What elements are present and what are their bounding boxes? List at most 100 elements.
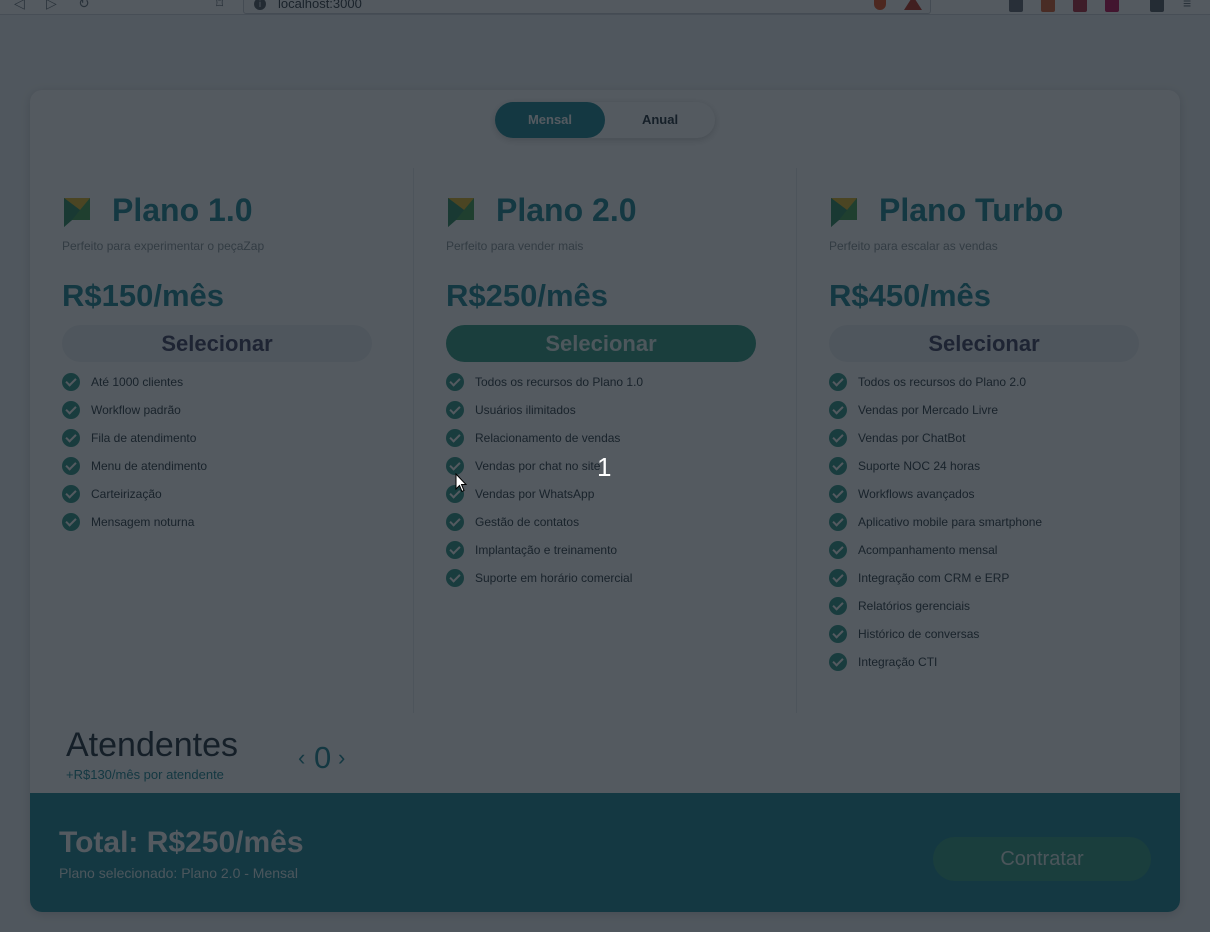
contract-button[interactable]: Contratar: [933, 837, 1151, 881]
feature-item: Fila de atendimento: [62, 429, 207, 457]
feature-item: Carteirização: [62, 485, 207, 513]
feature-label: Workflows avançados: [858, 487, 975, 501]
feature-item: Aplicativo mobile para smartphone: [829, 513, 1042, 541]
check-icon: [62, 485, 80, 503]
rewards-icon[interactable]: [904, 0, 922, 10]
check-icon: [829, 569, 847, 587]
check-icon: [829, 373, 847, 391]
select-plan-button[interactable]: Selecionar: [829, 325, 1139, 362]
feature-item: Relatórios gerenciais: [829, 597, 1042, 625]
check-icon: [446, 429, 464, 447]
feature-item: Usuários ilimitados: [446, 401, 643, 429]
feature-item: Suporte NOC 24 horas: [829, 457, 1042, 485]
extension-icon[interactable]: [1041, 0, 1055, 12]
bookmark-icon[interactable]: ⌑: [216, 0, 223, 10]
check-icon: [829, 513, 847, 531]
check-icon: [829, 429, 847, 447]
plan-column-2: Plano 2.0 Perfeito para vender mais R$25…: [413, 168, 797, 713]
plan-subtitle: Perfeito para vender mais: [446, 239, 584, 253]
toggle-annual[interactable]: Anual: [605, 102, 715, 138]
feature-item: Vendas por Mercado Livre: [829, 401, 1042, 429]
feature-label: Até 1000 clientes: [91, 375, 184, 389]
plan-logo-icon: [448, 198, 474, 227]
check-icon: [62, 513, 80, 531]
extension-icon[interactable]: [1105, 0, 1119, 12]
feature-label: Integração com CRM e ERP: [858, 571, 1010, 585]
plan-price: R$250/mês: [446, 278, 609, 313]
feature-label: Vendas por WhatsApp: [475, 487, 595, 501]
extension-icon[interactable]: [1073, 0, 1087, 12]
plan-subtitle: Perfeito para escalar as vendas: [829, 239, 998, 253]
feature-item: Workflows avançados: [829, 485, 1042, 513]
feature-item: Integração CTI: [829, 653, 1042, 681]
feature-label: Suporte NOC 24 horas: [858, 459, 981, 473]
plan-subtitle: Perfeito para experimentar o peçaZap: [62, 239, 265, 253]
playlist-icon[interactable]: [1150, 0, 1164, 12]
feature-item: Todos os recursos do Plano 1.0: [446, 373, 643, 401]
feature-label: Todos os recursos do Plano 2.0: [858, 375, 1027, 389]
feature-label: Vendas por Mercado Livre: [858, 403, 999, 417]
decrement-icon[interactable]: ‹: [298, 746, 305, 770]
check-icon: [446, 541, 464, 559]
feature-list: Todos os recursos do Plano 2.0 Vendas po…: [829, 373, 1042, 681]
check-icon: [829, 597, 847, 615]
check-icon: [829, 653, 847, 671]
plans-grid: Plano 1.0 Perfeito para experimentar o p…: [30, 168, 1180, 713]
select-plan-button[interactable]: Selecionar: [446, 325, 756, 362]
step-number: 1: [597, 452, 612, 482]
feature-label: Relacionamento de vendas: [475, 431, 621, 445]
feature-label: Todos os recursos do Plano 1.0: [475, 375, 644, 389]
feature-item: Até 1000 clientes: [62, 373, 207, 401]
feature-item: Vendas por WhatsApp: [446, 485, 643, 513]
feature-label: Usuários ilimitados: [475, 403, 576, 417]
feature-label: Acompanhamento mensal: [858, 543, 998, 557]
check-icon: [446, 401, 464, 419]
feature-label: Gestão de contatos: [475, 515, 580, 529]
check-icon: [829, 457, 847, 475]
plan-column-3: Plano Turbo Perfeito para escalar as ven…: [796, 168, 1180, 713]
selected-plan-text: Plano selecionado: Plano 2.0 - Mensal: [59, 865, 298, 881]
feature-item: Integração com CRM e ERP: [829, 569, 1042, 597]
feature-label: Implantação e treinamento: [475, 543, 618, 557]
billing-toggle: Mensal Anual: [495, 102, 715, 138]
forward-icon[interactable]: ▷: [46, 0, 57, 10]
feature-item: Mensagem noturna: [62, 513, 207, 541]
check-icon: [446, 513, 464, 531]
plan-name: Plano 2.0: [496, 192, 637, 228]
feature-item: Vendas por chat no site: [446, 457, 643, 485]
brave-shield-icon[interactable]: [874, 0, 886, 10]
feature-item: Acompanhamento mensal: [829, 541, 1042, 569]
check-icon: [62, 429, 80, 447]
feature-label: Histórico de conversas: [858, 627, 980, 641]
check-icon: [62, 457, 80, 475]
back-icon[interactable]: ◁: [14, 0, 25, 10]
check-icon: [446, 569, 464, 587]
address-bar[interactable]: i localhost:3000: [243, 0, 931, 14]
plan-logo-icon: [831, 198, 857, 227]
feature-label: Workflow padrão: [91, 403, 181, 417]
extension-icon[interactable]: [1009, 0, 1023, 12]
check-icon: [829, 401, 847, 419]
feature-label: Fila de atendimento: [91, 431, 197, 445]
feature-list: Até 1000 clientes Workflow padrão Fila d…: [62, 373, 207, 541]
site-info-icon[interactable]: i: [254, 0, 266, 10]
menu-icon[interactable]: ≡: [1183, 0, 1191, 10]
plan-name: Plano Turbo: [879, 192, 1064, 228]
feature-item: Gestão de contatos: [446, 513, 643, 541]
reload-icon[interactable]: ↻: [78, 0, 90, 10]
plan-name: Plano 1.0: [112, 192, 253, 228]
plan-column-1: Plano 1.0 Perfeito para experimentar o p…: [30, 168, 413, 713]
check-icon: [62, 373, 80, 391]
feature-item: Todos os recursos do Plano 2.0: [829, 373, 1042, 401]
increment-icon[interactable]: ›: [338, 746, 345, 770]
feature-label: Vendas por chat no site: [475, 459, 601, 473]
feature-item: Suporte em horário comercial: [446, 569, 643, 597]
url-text: localhost:3000: [278, 0, 362, 11]
select-plan-button[interactable]: Selecionar: [62, 325, 372, 362]
pricing-card: Mensal Anual Plano 1.0 Perfeito para exp…: [30, 90, 1180, 912]
check-icon: [446, 373, 464, 391]
check-icon: [829, 541, 847, 559]
toggle-monthly[interactable]: Mensal: [495, 102, 605, 138]
feature-item: Histórico de conversas: [829, 625, 1042, 653]
checkout-footer: Total: R$250/mês Plano selecionado: Plan…: [30, 793, 1180, 912]
